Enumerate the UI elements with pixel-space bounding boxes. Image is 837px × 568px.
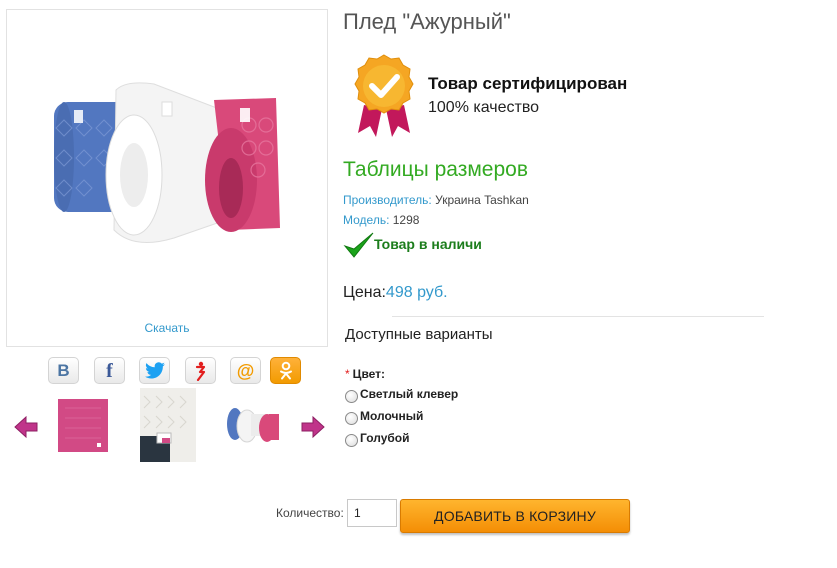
download-link[interactable]: Скачать [7,321,327,335]
color-radio-2[interactable] [345,412,358,425]
color-option-2-label: Молочный [360,409,424,423]
facebook-icon: f [106,359,113,382]
share-yandex-button[interactable] [185,357,216,384]
price: Цена:498 руб. [343,284,448,302]
manufacturer-line: Производитель: Украина Tashkan [343,193,529,207]
share-odnoklassniki-button[interactable] [270,357,301,384]
model-value: 1298 [392,213,420,227]
size-table-link[interactable]: Таблицы размеров [343,158,528,182]
share-facebook-button[interactable]: f [94,357,125,384]
stock-status-text: Товар в наличи [374,236,482,252]
mail-at-icon: @ [236,360,255,381]
vk-icon: В [57,361,70,380]
color-radio-1[interactable] [345,390,358,403]
price-label: Цена: [343,284,386,301]
odnoklassniki-icon [279,361,292,379]
checkmark-icon [343,232,374,258]
color-option-2[interactable]: Молочный [345,408,424,425]
next-arrow-icon[interactable] [300,414,326,440]
required-mark: * [345,367,350,381]
main-image-box: Скачать [6,9,328,347]
quantity-input[interactable] [347,499,397,527]
thumbnail-2[interactable] [140,388,196,462]
twitter-icon [144,361,165,378]
variants-heading: Доступные варианты [345,326,493,343]
model-label: Модель: [343,213,390,227]
certified-badge-icon [354,54,414,137]
color-option-3-label: Голубой [360,431,410,445]
model-line: Модель: 1298 [343,213,419,227]
add-to-cart-button[interactable]: ДОБАВИТЬ В КОРЗИНУ [400,499,630,533]
yandex-icon [195,361,205,381]
prev-arrow-icon[interactable] [13,414,39,440]
color-option-label: * Цвет: [345,367,385,381]
thumbnail-1[interactable] [57,388,113,462]
thumbnail-3[interactable] [225,388,281,462]
color-radio-3[interactable] [345,434,358,447]
price-value: 498 руб. [385,284,448,301]
color-option-1[interactable]: Светлый клевер [345,386,459,403]
manufacturer-label[interactable]: Производитель: [343,193,432,207]
share-twitter-button[interactable] [139,357,170,384]
share-vk-button[interactable]: В [48,357,79,384]
color-option-1-label: Светлый клевер [360,387,459,401]
share-mail-button[interactable]: @ [230,357,261,384]
product-photo[interactable] [54,80,280,255]
product-title: Плед "Ажурный" [343,9,511,34]
manufacturer-value: Украина Tashkan [435,193,529,207]
certified-subtitle: 100% качество [428,99,540,116]
divider [392,316,764,317]
color-label-text: Цвет: [352,367,386,381]
quantity-label: Количество: [276,506,344,520]
color-option-3[interactable]: Голубой [345,430,410,447]
certified-title: Товар сертифицирован [428,74,628,93]
